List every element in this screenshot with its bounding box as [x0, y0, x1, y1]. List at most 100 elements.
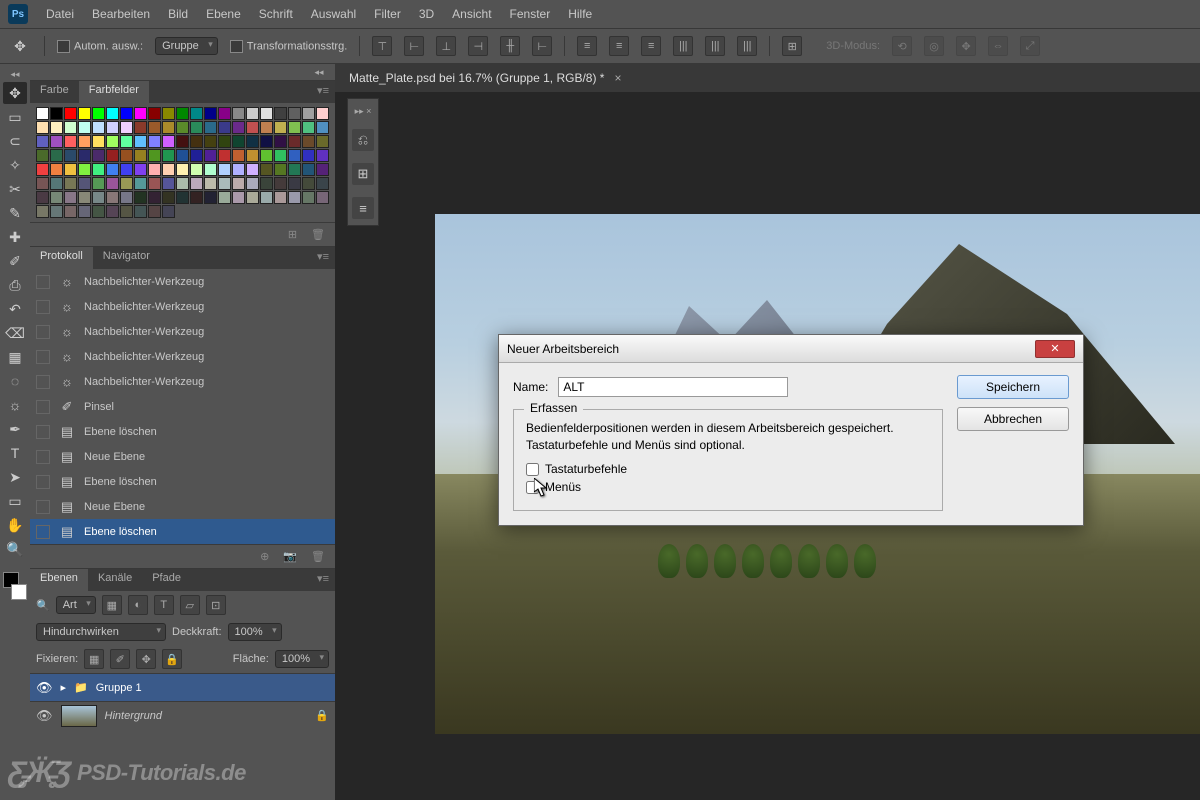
swatch[interactable] [176, 163, 189, 176]
swatch[interactable] [204, 191, 217, 204]
swatch[interactable] [232, 121, 245, 134]
tab-kanaele[interactable]: Kanäle [88, 569, 142, 591]
swatch[interactable] [302, 149, 315, 162]
visibility-icon[interactable]: 👁 [36, 708, 53, 724]
swatch[interactable] [288, 149, 301, 162]
menu-3d[interactable]: 3D [419, 7, 434, 21]
swatch[interactable] [274, 107, 287, 120]
swatch[interactable] [106, 163, 119, 176]
document-tab[interactable]: Matte_Plate.psd bei 16.7% (Gruppe 1, RGB… [335, 64, 1200, 92]
lock-pixels-icon[interactable]: ▦ [84, 649, 104, 669]
shape-tool[interactable]: ▭ [3, 490, 27, 512]
swatch[interactable] [106, 205, 119, 218]
align-right-icon[interactable]: ⊢ [532, 36, 552, 56]
swatch[interactable] [92, 205, 105, 218]
swatch[interactable] [246, 177, 259, 190]
swatch[interactable] [36, 205, 49, 218]
swatch[interactable] [64, 177, 77, 190]
swatch[interactable] [190, 191, 203, 204]
swatch[interactable] [148, 149, 161, 162]
swatch[interactable] [64, 121, 77, 134]
layer-group-row[interactable]: 👁 ▸ 📁 Gruppe 1 [30, 673, 335, 701]
swatch[interactable] [36, 121, 49, 134]
history-row[interactable]: ☼Nachbelichter-Werkzeug [30, 294, 335, 319]
menu-hilfe[interactable]: Hilfe [568, 7, 592, 21]
history-brush-tool[interactable]: ↶ [3, 298, 27, 320]
blur-tool[interactable]: ◌ [3, 370, 27, 392]
history-row[interactable]: ▤Ebene löschen [30, 469, 335, 494]
swatch[interactable] [162, 149, 175, 162]
layer-bg-row[interactable]: 👁 Hintergrund 🔒 [30, 701, 335, 729]
swatch[interactable] [288, 163, 301, 176]
swatch[interactable] [288, 107, 301, 120]
swatch[interactable] [134, 107, 147, 120]
swatch[interactable] [274, 177, 287, 190]
menus-checkbox[interactable]: Menüs [526, 480, 930, 494]
swatch[interactable] [78, 121, 91, 134]
distribute-hc-icon[interactable]: ||| [705, 36, 725, 56]
swatch[interactable] [92, 149, 105, 162]
menu-filter[interactable]: Filter [374, 7, 401, 21]
toolbar-collapse-icon[interactable]: ◂◂ [5, 68, 25, 80]
swatch[interactable] [134, 205, 147, 218]
layers-menu-icon[interactable]: ▾≡ [311, 569, 335, 591]
swatch[interactable] [218, 149, 231, 162]
swatch[interactable] [120, 135, 133, 148]
swatch[interactable] [162, 191, 175, 204]
swatch[interactable] [204, 177, 217, 190]
swatch[interactable] [302, 191, 315, 204]
swatch[interactable] [36, 163, 49, 176]
swatch[interactable] [190, 107, 203, 120]
swatch[interactable] [162, 107, 175, 120]
history-row[interactable]: ▤Neue Ebene [30, 444, 335, 469]
distribute-vc-icon[interactable]: ≡ [609, 36, 629, 56]
menu-fenster[interactable]: Fenster [510, 7, 551, 21]
swatch[interactable] [260, 177, 273, 190]
3d-orbit-icon[interactable]: ⟲ [892, 36, 912, 56]
history-menu-icon[interactable]: ▾≡ [311, 247, 335, 269]
filter-pixel-icon[interactable]: ▦ [102, 595, 122, 615]
swatch[interactable] [274, 149, 287, 162]
swatch[interactable] [190, 177, 203, 190]
new-swatch-icon[interactable]: ⊞ [288, 228, 297, 241]
swatch[interactable] [36, 177, 49, 190]
swatch[interactable] [190, 121, 203, 134]
transform-controls-toggle[interactable]: Transformationsstrg. [230, 40, 347, 53]
cancel-button[interactable]: Abbrechen [957, 407, 1069, 431]
crop-tool[interactable]: ✂ [3, 178, 27, 200]
swatch[interactable] [64, 163, 77, 176]
swatch[interactable] [302, 121, 315, 134]
swatch[interactable] [232, 177, 245, 190]
swatch[interactable] [176, 121, 189, 134]
swatch[interactable] [260, 135, 273, 148]
distribute-right-icon[interactable]: ||| [737, 36, 757, 56]
menu-bearbeiten[interactable]: Bearbeiten [92, 7, 150, 21]
shortcuts-checkbox[interactable]: Tastaturbefehle [526, 462, 930, 476]
dodge-tool[interactable]: ☼ [3, 394, 27, 416]
swatch[interactable] [274, 135, 287, 148]
swatch[interactable] [64, 149, 77, 162]
tab-protokoll[interactable]: Protokoll [30, 247, 93, 269]
swatch[interactable] [274, 191, 287, 204]
path-select-tool[interactable]: ➤ [3, 466, 27, 488]
history-row[interactable]: ▤Ebene löschen [30, 419, 335, 444]
tab-swatches[interactable]: Farbfelder [79, 81, 149, 103]
filter-smart-icon[interactable]: ⊡ [206, 595, 226, 615]
tab-pfade[interactable]: Pfade [142, 569, 191, 591]
lasso-tool[interactable]: ⊂ [3, 130, 27, 152]
history-row[interactable]: ☼Nachbelichter-Werkzeug [30, 319, 335, 344]
pen-tool[interactable]: ✒ [3, 418, 27, 440]
swatch[interactable] [78, 149, 91, 162]
swatch[interactable] [302, 135, 315, 148]
swatch[interactable] [162, 177, 175, 190]
disclosure-icon[interactable]: ▸ [61, 681, 67, 694]
distribute-left-icon[interactable]: ||| [673, 36, 693, 56]
align-left-icon[interactable]: ⊣ [468, 36, 488, 56]
swatch[interactable] [134, 149, 147, 162]
blend-mode-dropdown[interactable]: Hindurchwirken [36, 623, 166, 641]
close-dialog-button[interactable]: ✕ [1035, 340, 1075, 358]
swatch[interactable] [92, 107, 105, 120]
tab-navigator[interactable]: Navigator [93, 247, 160, 269]
swatch[interactable] [92, 135, 105, 148]
swatch[interactable] [148, 191, 161, 204]
